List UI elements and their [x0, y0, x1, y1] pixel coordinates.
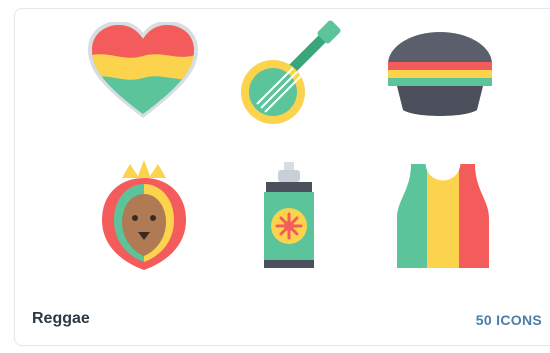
spray-can-icon: [264, 162, 314, 268]
heart-icon: [88, 22, 198, 118]
banjo-icon: [241, 20, 341, 124]
pack-title[interactable]: Reggae: [32, 310, 90, 328]
icon-preview-grid: [0, 0, 550, 285]
tank-top-icon: [397, 163, 489, 268]
rasta-hat-icon: [388, 32, 492, 116]
lion-icon: [102, 160, 186, 270]
icon-count-badge: 50 ICONS: [475, 312, 542, 328]
